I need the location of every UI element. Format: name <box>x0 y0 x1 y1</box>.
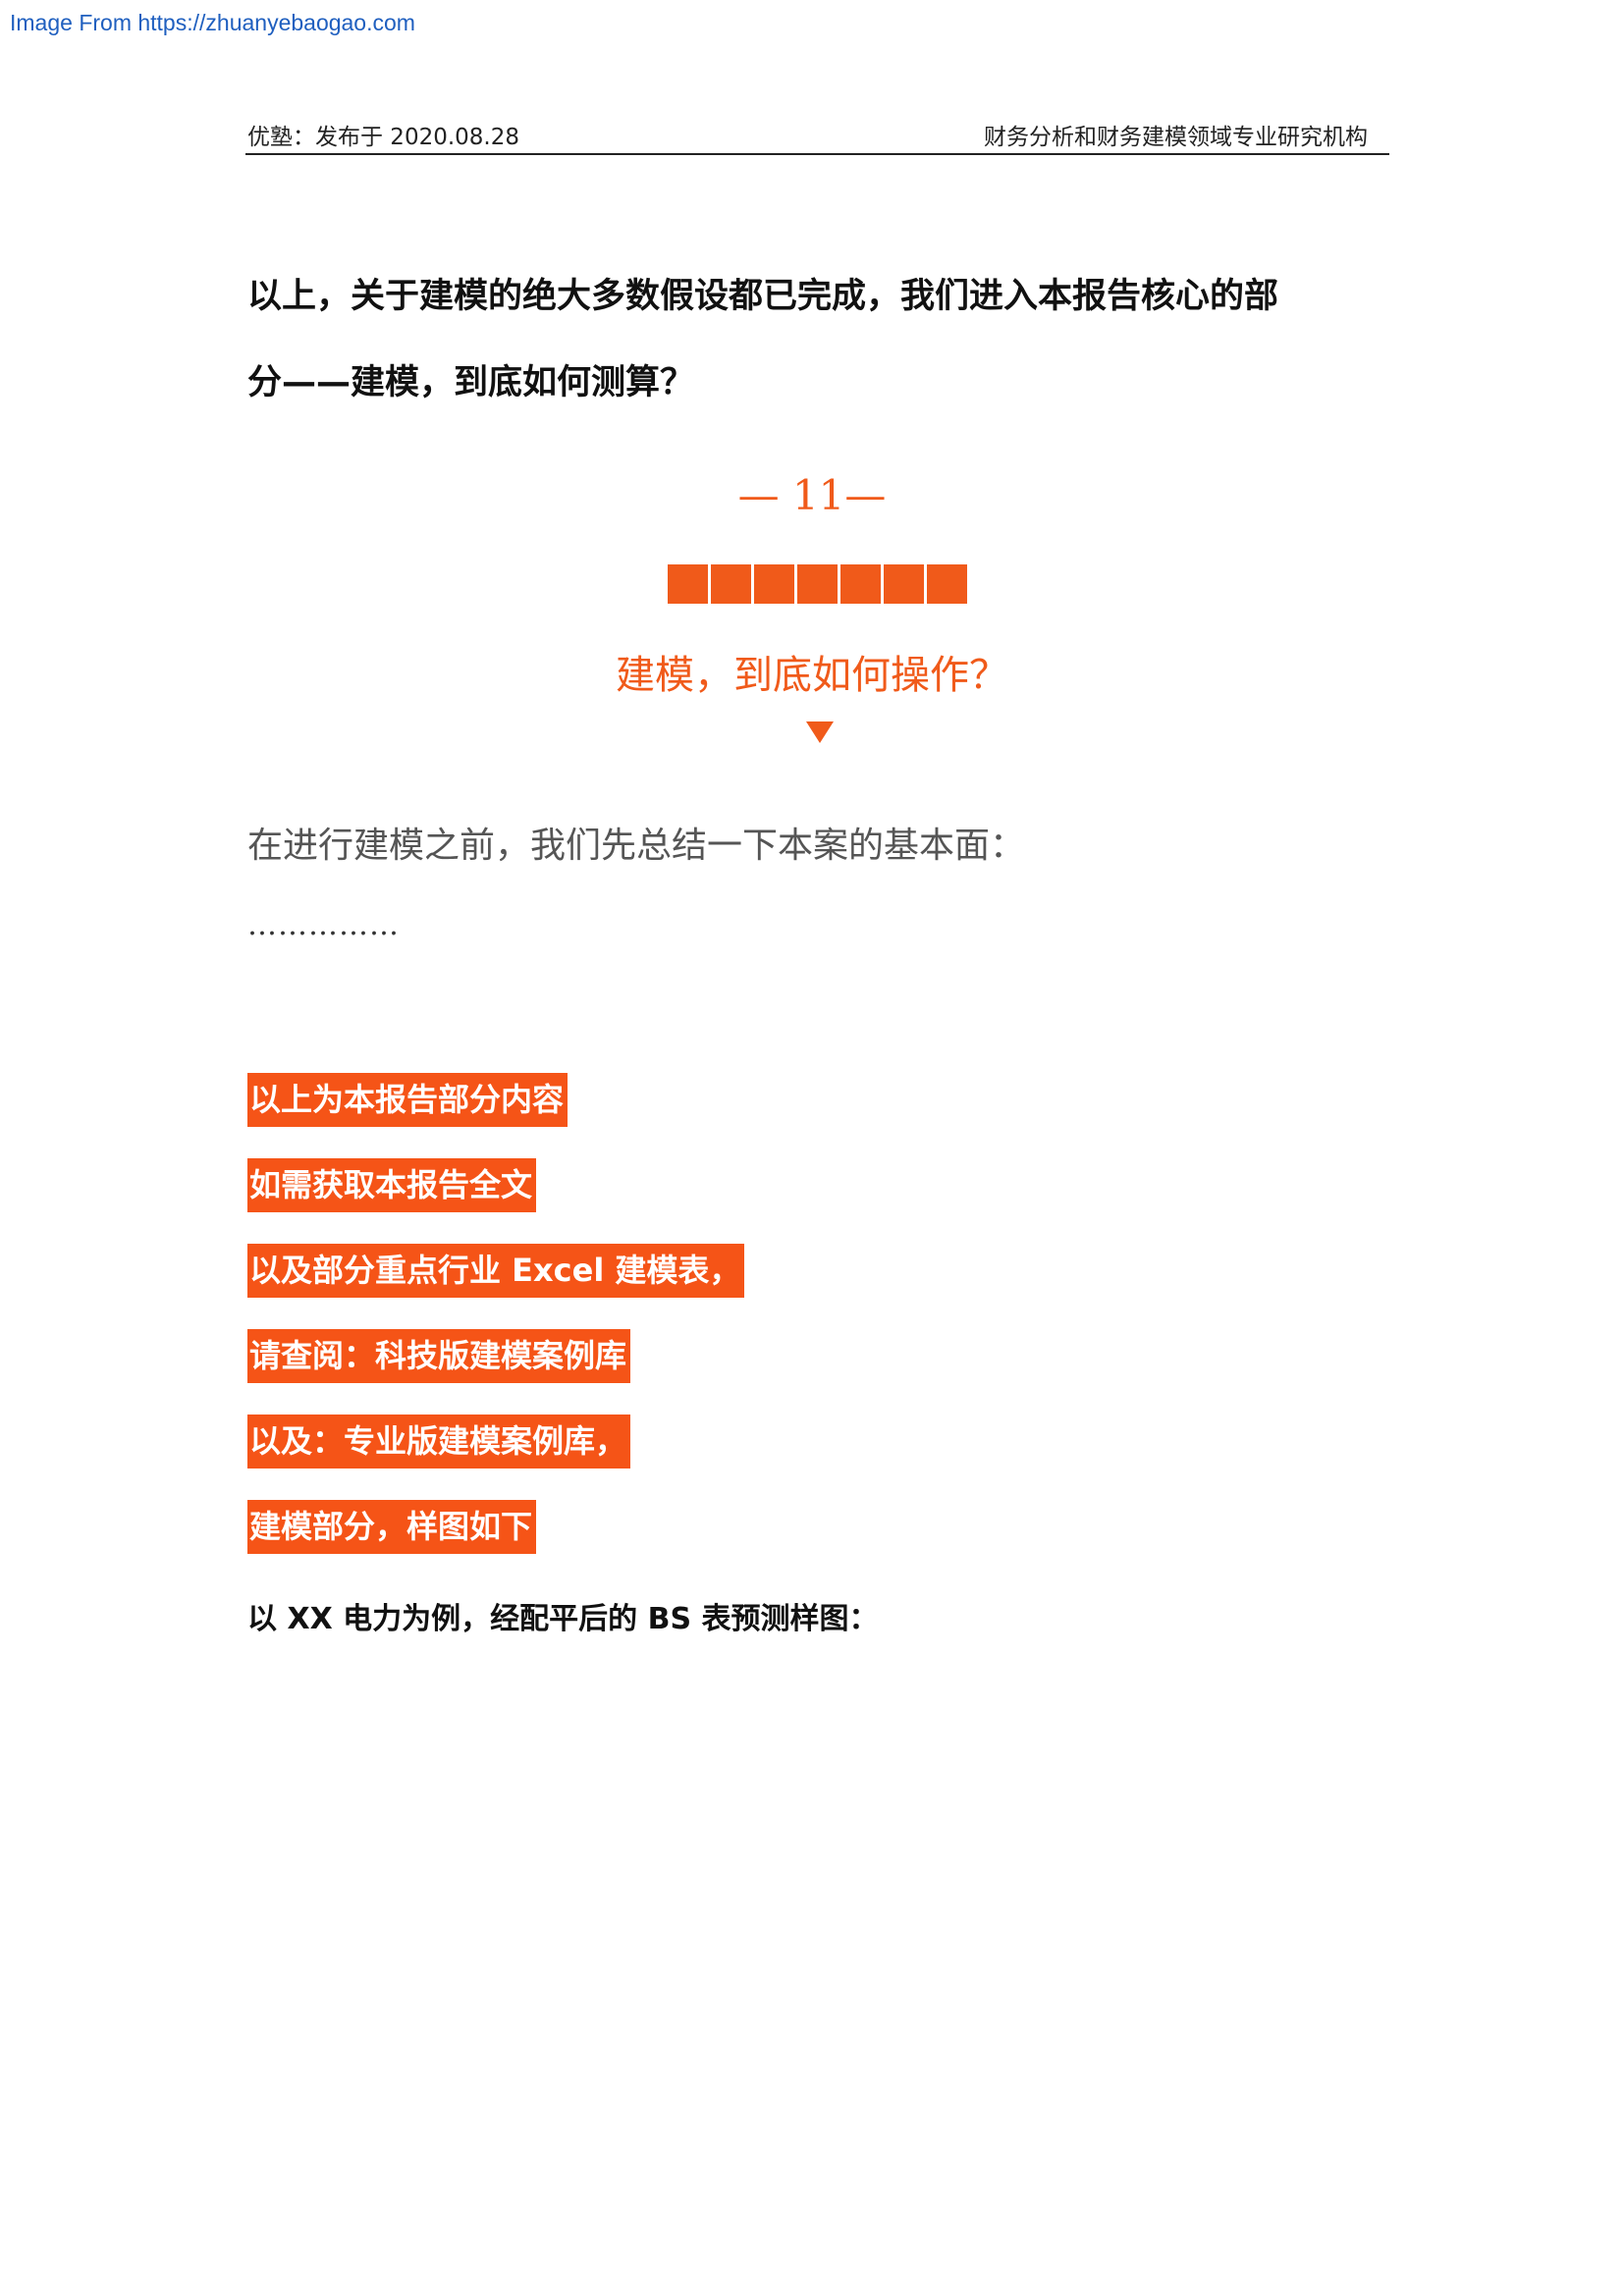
section-block-square <box>840 564 881 604</box>
section-block-square <box>754 564 794 604</box>
highlight-line: 如需获取本报告全文 <box>247 1158 537 1212</box>
intro-line-1: 以上，关于建模的绝大多数假设都已完成，我们进入本报告核心的部 <box>247 277 1279 316</box>
highlight-list: 以上为本报告部分内容 如需获取本报告全文 以及部分重点行业 Excel 建模表，… <box>247 1073 745 1585</box>
section-block-bar <box>668 564 967 604</box>
intro-paragraph: 以上，关于建模的绝大多数假设都已完成，我们进入本报告核心的部 分——建模，到底如… <box>247 253 1386 426</box>
source-link[interactable]: Image From https://zhuanyebaogao.com <box>10 10 415 36</box>
highlight-line: 请查阅：科技版建模案例库 <box>247 1329 631 1383</box>
section-block-square <box>884 564 924 604</box>
section-block-square <box>711 564 751 604</box>
highlight-line: 以及部分重点行业 Excel 建模表， <box>247 1244 745 1298</box>
section-block-square <box>927 564 967 604</box>
section-block-square <box>668 564 708 604</box>
section-number: — 11— <box>737 471 887 519</box>
section-title: 建模，到底如何操作？ <box>616 653 1008 698</box>
down-triangle-icon <box>806 721 834 743</box>
example-caption: 以 XX 电力为例，经配平后的 BS 表预测样图： <box>247 1602 879 1636</box>
highlight-line: 建模部分，样图如下 <box>247 1500 537 1554</box>
header-org-tagline: 财务分析和财务建模领域专业研究机构 <box>984 125 1368 150</box>
section-block-square <box>797 564 838 604</box>
highlight-line: 以上为本报告部分内容 <box>247 1073 568 1127</box>
highlight-line: 以及：专业版建模案例库， <box>247 1415 631 1468</box>
intro-line-2: 分——建模，到底如何测算？ <box>247 363 695 402</box>
header-publish-date: 优塾：发布于 2020.08.28 <box>247 125 519 150</box>
summary-text: 在进行建模之前，我们先总结一下本案的基本面： <box>247 826 1026 866</box>
ellipsis-text: …………… <box>247 908 400 942</box>
page-header: 优塾：发布于 2020.08.28 财务分析和财务建模领域专业研究机构 <box>245 116 1389 155</box>
